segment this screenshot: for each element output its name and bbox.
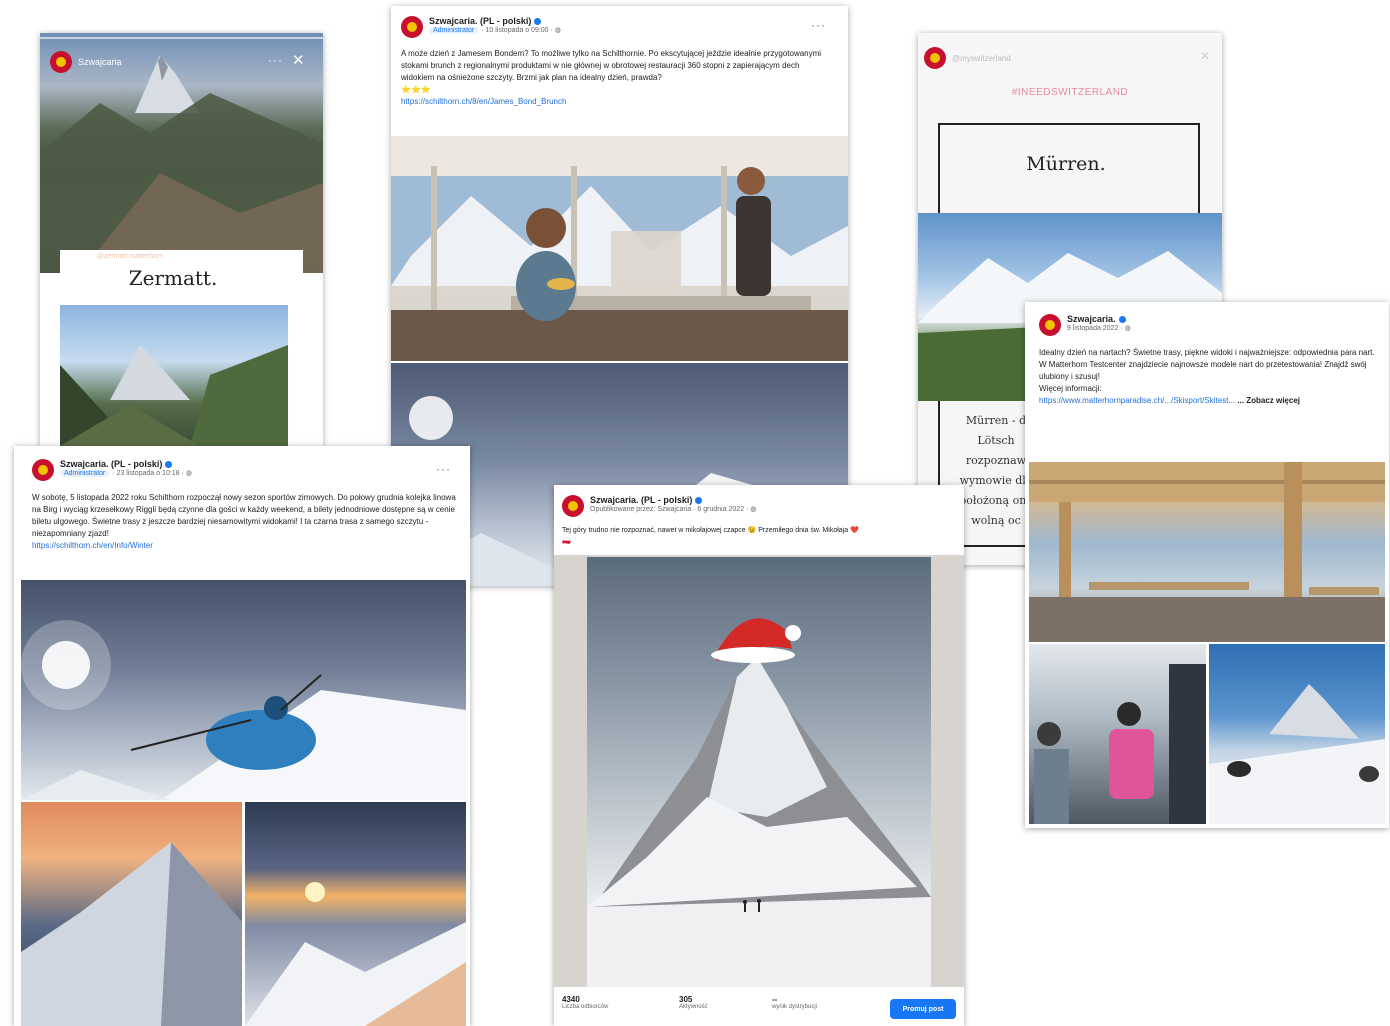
- skier-photo: [21, 580, 466, 800]
- post-text: Tej góry trudno nie rozpoznać, nawet w m…: [562, 527, 859, 545]
- story-account-name[interactable]: @myswitzerland: [952, 54, 1011, 63]
- globe-icon: ◍: [554, 27, 561, 34]
- matterhorn-valley-photo: [60, 305, 288, 446]
- verified-icon: [165, 461, 173, 469]
- page-name[interactable]: Szwajcaria. (PL - polski): [60, 459, 162, 469]
- story-title-panel: @zermatt.matterhorn Zermatt.: [60, 250, 303, 446]
- boost-post-button[interactable]: Promuj post: [890, 999, 956, 1019]
- post-link[interactable]: https://schilthorn.ch/8/en/James_Bond_Br…: [401, 97, 566, 106]
- more-options-icon[interactable]: ···: [811, 18, 826, 32]
- page-name[interactable]: Szwajcaria.: [1067, 314, 1116, 324]
- close-icon[interactable]: ✕: [1200, 49, 1210, 63]
- more-options-icon[interactable]: ···: [436, 462, 451, 476]
- globe-icon: ◍: [750, 506, 757, 513]
- testcenter-interior-photo: [1029, 462, 1385, 642]
- post-matterhorn: Szwajcaria. (PL - polski) Opublikowane p…: [554, 485, 964, 1026]
- post-link[interactable]: https://www.matterhornparadise.ch/.../Sk…: [1039, 396, 1235, 405]
- post-link[interactable]: https://schilthorn.ch/en/Info/Winter: [32, 541, 153, 550]
- myswitzerland-avatar[interactable]: [924, 47, 946, 69]
- stat-engagement[interactable]: 305 Aktywność: [679, 995, 708, 1010]
- post-timestamp[interactable]: 9 listopada 2022 ·: [1067, 325, 1123, 332]
- verified-icon: [695, 497, 703, 505]
- matterhorn-frame: [554, 555, 964, 987]
- close-icon[interactable]: ✕: [292, 51, 305, 69]
- post-timestamp[interactable]: · 6 grudnia 2022 ·: [693, 506, 748, 513]
- post-winter-season: Szwajcaria. (PL - polski) Administrator ·…: [14, 446, 470, 1026]
- stat-distribution[interactable]: -- wynik dystrybucji: [772, 995, 817, 1010]
- page-avatar[interactable]: [32, 459, 54, 481]
- page-avatar[interactable]: [1039, 314, 1061, 336]
- post-timestamp[interactable]: · 10 listopada o 09:00 ·: [481, 27, 553, 34]
- restaurant-photo: [391, 136, 848, 361]
- author-badge: Administrator: [429, 27, 479, 34]
- stat-reach[interactable]: 4340 Liczba odbiorców: [562, 995, 608, 1010]
- matterhorn-santa-photo: [587, 557, 931, 987]
- post-text: A może dzień z Jamesem Bondem? To możliw…: [401, 49, 822, 82]
- more-options-icon[interactable]: ···: [268, 53, 283, 67]
- post-insights: 4340 Liczba odbiorców 305 Aktywność -- w…: [554, 991, 964, 1026]
- verified-icon: [1118, 316, 1126, 324]
- see-more-link[interactable]: ... Zobacz więcej: [1237, 396, 1300, 405]
- sunrise-peaks-photo: [245, 802, 466, 1026]
- page-avatar[interactable]: [562, 495, 584, 517]
- globe-icon: ◍: [1124, 325, 1131, 332]
- skier-matterhorn-photo: [1209, 644, 1385, 824]
- story-title: Mürren.: [1026, 153, 1106, 175]
- author-badge: Administrator: [60, 470, 110, 477]
- page-name[interactable]: Szwajcaria. (PL - polski): [429, 16, 531, 26]
- more-info-label: Więcej informacji:: [1039, 384, 1102, 393]
- globe-icon: ◍: [185, 470, 192, 477]
- verified-icon: [534, 18, 542, 26]
- post-text: Idealny dzień na nartach? Świetne trasy,…: [1039, 348, 1375, 381]
- story-hashtag: #INEEDSWITZERLAND: [1011, 87, 1129, 98]
- post-text: W sobotę, 5 listopada 2022 roku Schiltho…: [32, 493, 456, 538]
- page-avatar[interactable]: [401, 16, 423, 38]
- skiers-gondola-photo: [1029, 644, 1206, 824]
- story-tag: @zermatt.matterhorn: [96, 253, 164, 260]
- post-ski-testcenter: Szwajcaria. 9 listopada 2022 · ◍ Idealny…: [1025, 302, 1389, 828]
- story-title: Zermatt.: [128, 266, 218, 290]
- published-by[interactable]: Opublikowane przez: Szwajcaria: [590, 506, 691, 513]
- sunset-peak-photo: [21, 802, 242, 1026]
- szwajcaria-avatar[interactable]: [50, 51, 72, 73]
- post-timestamp[interactable]: · 23 listopada o 10:18 ·: [112, 470, 184, 477]
- story-account-name[interactable]: Szwajcaria: [78, 57, 122, 67]
- story-zermatt[interactable]: Szwajcaria ··· ✕ @zermatt.matterhorn Zer…: [40, 33, 323, 446]
- emoji-stars: ⭐⭐⭐: [401, 85, 431, 94]
- page-name[interactable]: Szwajcaria. (PL - polski): [590, 495, 692, 505]
